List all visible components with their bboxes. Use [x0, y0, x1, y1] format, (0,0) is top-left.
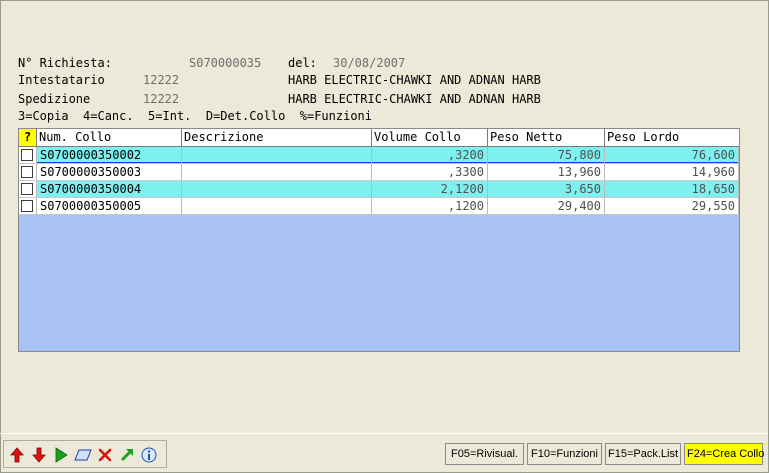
f15-packlist-button[interactable]: F15=Pack.List — [605, 443, 681, 465]
row-select-cell — [19, 147, 37, 164]
info-icon[interactable] — [139, 445, 159, 465]
intestatario-code: 12222 — [143, 73, 180, 87]
row-checkbox[interactable] — [21, 149, 33, 161]
f10-funzioni-button[interactable]: F10=Funzioni — [527, 443, 602, 465]
col-peso-netto[interactable]: Peso Netto — [488, 129, 605, 146]
refresh-icon[interactable] — [117, 445, 137, 465]
row-select-cell — [19, 181, 37, 198]
row-select-cell — [19, 164, 37, 181]
volume-collo-cell[interactable]: ,3200 — [372, 147, 488, 164]
descrizione-cell[interactable] — [182, 198, 372, 215]
num-collo-cell[interactable]: S0700000350002 — [37, 147, 182, 164]
peso-netto-cell[interactable]: 75,800 — [488, 147, 605, 164]
richiesta-label: N° Richiesta: — [18, 56, 112, 70]
table-row[interactable]: S0700000350005 ,1200 29,400 29,550 — [19, 198, 739, 215]
peso-lordo-cell[interactable]: 76,600 — [605, 147, 739, 164]
row-checkbox[interactable] — [21, 200, 33, 212]
table-row[interactable]: S0700000350004 2,1200 3,650 18,650 — [19, 181, 739, 198]
richiesta-value: S070000035 — [189, 56, 262, 70]
help-button[interactable]: ? — [19, 129, 37, 146]
table-row[interactable]: S0700000350003 ,3300 13,960 14,960 — [19, 164, 739, 181]
row-checkbox[interactable] — [21, 183, 33, 195]
descrizione-cell[interactable] — [182, 181, 372, 198]
separator — [0, 433, 767, 434]
num-collo-cell[interactable]: S0700000350005 — [37, 198, 182, 215]
function-keys-bar: F05=Rivisual. F10=Funzioni F15=Pack.List… — [442, 440, 765, 468]
peso-netto-cell[interactable]: 13,960 — [488, 164, 605, 181]
colli-grid: ? Num. Collo Descrizione Volume Collo Pe… — [18, 128, 740, 352]
peso-netto-cell[interactable]: 3,650 — [488, 181, 605, 198]
row-checkbox[interactable] — [21, 166, 33, 178]
intestatario-name: HARB ELECTRIC-CHAWKI AND ADNAN HARB — [288, 73, 541, 87]
descrizione-cell[interactable] — [182, 164, 372, 181]
arrow-down-icon[interactable] — [29, 445, 49, 465]
spedizione-code: 12222 — [143, 92, 180, 106]
options-legend: 3=Copia 4=Canc. 5=Int. D=Det.Collo %=Fun… — [18, 109, 373, 123]
peso-lordo-cell[interactable]: 14,960 — [605, 164, 739, 181]
peso-netto-cell[interactable]: 29,400 — [488, 198, 605, 215]
play-icon[interactable] — [51, 445, 71, 465]
num-collo-cell[interactable]: S0700000350003 — [37, 164, 182, 181]
arrow-up-icon[interactable] — [7, 445, 27, 465]
nav-toolbar — [3, 440, 167, 468]
volume-collo-cell[interactable]: 2,1200 — [372, 181, 488, 198]
grid-header: ? Num. Collo Descrizione Volume Collo Pe… — [19, 129, 739, 147]
volume-collo-cell[interactable]: ,3300 — [372, 164, 488, 181]
table-row[interactable]: S0700000350002 ,3200 75,800 76,600 — [19, 147, 739, 164]
f05-rivisual-button[interactable]: F05=Rivisual. — [445, 443, 524, 465]
intestatario-label: Intestatario — [18, 73, 105, 87]
peso-lordo-cell[interactable]: 18,650 — [605, 181, 739, 198]
col-peso-lordo[interactable]: Peso Lordo — [605, 129, 739, 146]
spedizione-name: HARB ELECTRIC-CHAWKI AND ADNAN HARB — [288, 92, 541, 106]
row-select-cell — [19, 198, 37, 215]
col-descrizione[interactable]: Descrizione — [182, 129, 372, 146]
delete-icon[interactable] — [95, 445, 115, 465]
num-collo-cell[interactable]: S0700000350004 — [37, 181, 182, 198]
descrizione-cell[interactable] — [182, 147, 372, 164]
col-num-collo[interactable]: Num. Collo — [37, 129, 182, 146]
spedizione-label: Spedizione — [18, 92, 91, 106]
del-label: del: — [288, 56, 317, 70]
col-volume-collo[interactable]: Volume Collo — [372, 129, 488, 146]
f24-crea-collo-button[interactable]: F24=Crea Collo — [684, 443, 764, 465]
del-value: 30/08/2007 — [333, 56, 406, 70]
peso-lordo-cell[interactable]: 29,550 — [605, 198, 739, 215]
eraser-icon[interactable] — [73, 445, 93, 465]
volume-collo-cell[interactable]: ,1200 — [372, 198, 488, 215]
